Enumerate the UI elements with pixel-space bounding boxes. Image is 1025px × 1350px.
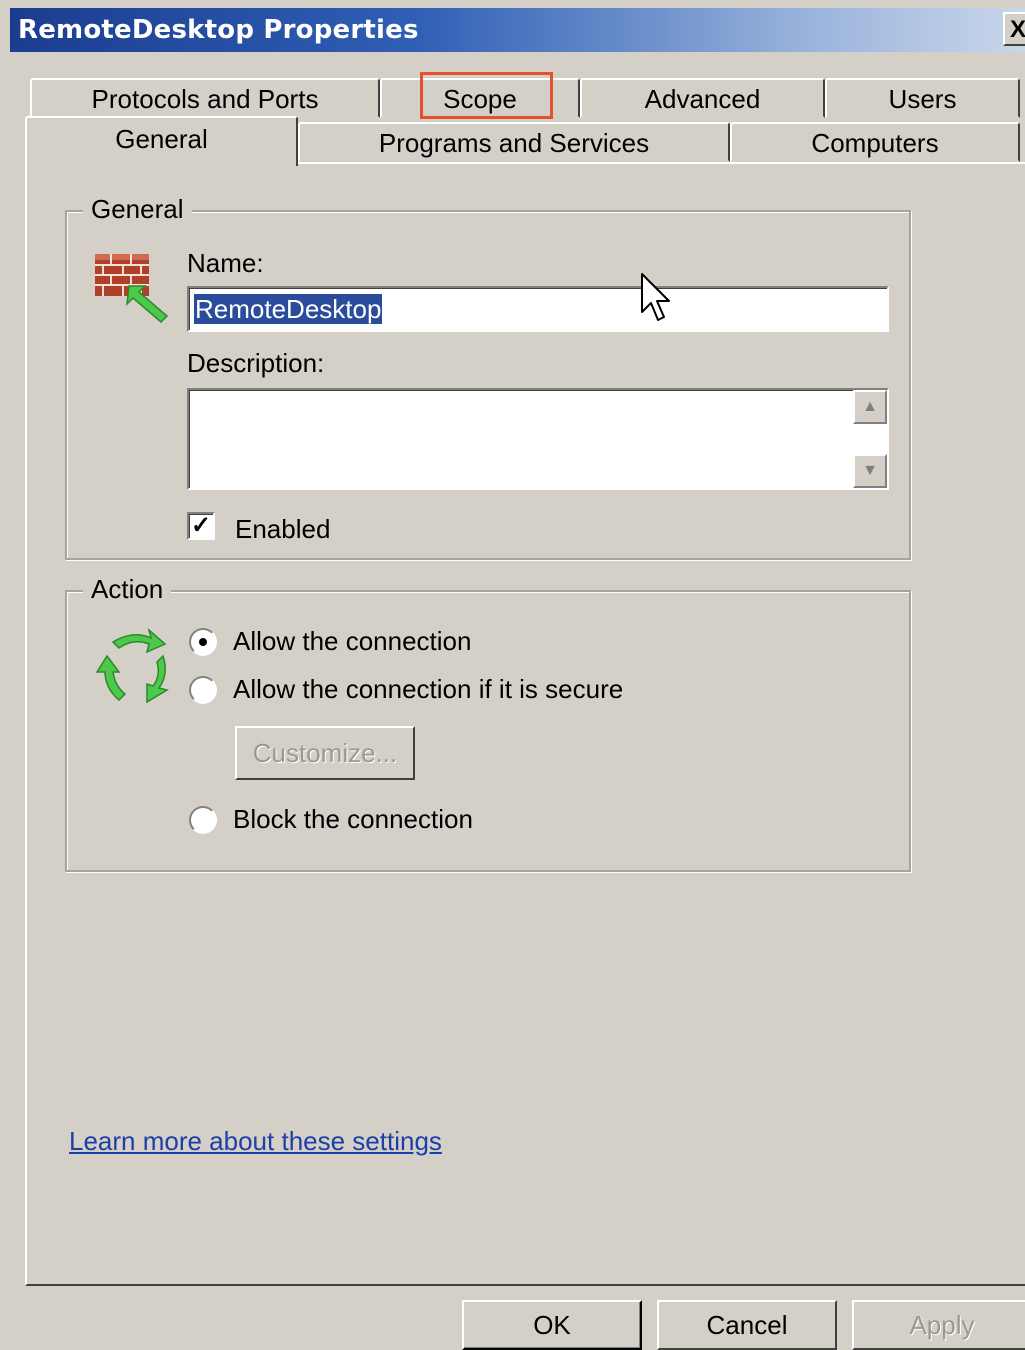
ok-button-label: OK (533, 1310, 571, 1340)
checkmark-icon: ✓ (190, 512, 212, 539)
window-title: RemoteDesktop Properties (18, 15, 419, 45)
name-label: Name: (187, 248, 264, 278)
apply-button[interactable]: Apply (852, 1300, 1025, 1350)
arrow-down-icon: ▼ (862, 462, 878, 479)
tab-computers[interactable]: Computers (730, 122, 1020, 162)
action-group: Action Allow the connection Allow the co… (65, 574, 911, 872)
tab-general[interactable]: General (25, 116, 298, 166)
tab-advanced[interactable]: Advanced (580, 78, 825, 118)
name-field-value: RemoteDesktop (192, 293, 384, 325)
allow-connection-radio[interactable] (189, 628, 217, 656)
general-group: General Name: RemoteDesktop Description:… (65, 194, 911, 560)
tab-label: Programs and Services (378, 128, 650, 158)
tab-label: Scope (443, 84, 517, 114)
firewall-rule-icon (95, 254, 169, 324)
title-bar: RemoteDesktop Properties (10, 8, 1025, 52)
scroll-down-button[interactable]: ▼ (853, 454, 887, 488)
description-label: Description: (187, 348, 325, 378)
block-connection-radio[interactable] (189, 806, 217, 834)
learn-more-link[interactable]: Learn more about these settings (69, 1126, 442, 1157)
tab-label: Advanced (644, 84, 761, 114)
tab-users[interactable]: Users (825, 78, 1020, 118)
description-field[interactable]: ▲ ▼ (187, 388, 889, 490)
block-connection-label: Block the connection (233, 804, 473, 834)
scroll-up-button[interactable]: ▲ (853, 390, 887, 424)
enabled-checkbox[interactable]: ✓ (187, 512, 215, 540)
close-button[interactable]: X (1003, 12, 1025, 46)
customize-button[interactable]: Customize... (235, 726, 415, 780)
action-group-legend: Action (83, 574, 172, 605)
tab-label: Computers (811, 128, 939, 158)
allow-if-secure-label: Allow the connection if it is secure (233, 674, 624, 704)
tab-programs-and-services[interactable]: Programs and Services (298, 122, 730, 162)
apply-button-label: Apply (909, 1310, 975, 1340)
tab-label: General (115, 124, 208, 154)
allow-connection-label: Allow the connection (233, 626, 472, 656)
action-arrows-icon (95, 627, 169, 704)
arrow-up-icon: ▲ (862, 398, 878, 415)
cancel-button-label: Cancel (706, 1310, 788, 1340)
tab-panel-general: General Name: RemoteDesktop Description:… (25, 162, 1025, 1286)
name-field[interactable]: RemoteDesktop (187, 286, 889, 332)
cancel-button[interactable]: Cancel (657, 1300, 837, 1350)
tab-label: Users (888, 84, 957, 114)
mouse-cursor-icon (641, 273, 670, 321)
general-group-legend: General (83, 194, 192, 225)
customize-button-label: Customize... (252, 738, 398, 768)
tab-label: Protocols and Ports (91, 84, 319, 114)
close-icon: X (1009, 16, 1025, 43)
enabled-label: Enabled (235, 514, 331, 544)
ok-button[interactable]: OK (462, 1300, 642, 1350)
tab-scope[interactable]: Scope (380, 78, 580, 118)
tab-protocols-and-ports[interactable]: Protocols and Ports (30, 78, 380, 118)
allow-if-secure-radio[interactable] (189, 676, 217, 704)
